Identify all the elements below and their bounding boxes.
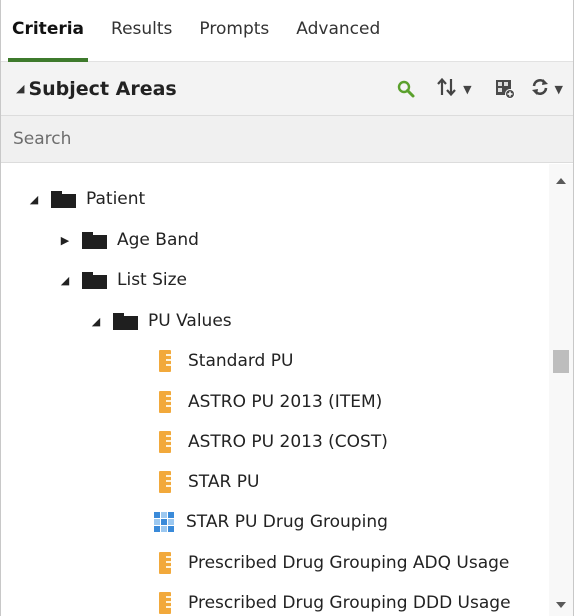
tree-item-label: Prescribed Drug Grouping ADQ Usage (188, 553, 510, 573)
tree-item-patient[interactable]: ◢ Patient (27, 179, 145, 219)
tree-item-label: ASTRO PU 2013 (ITEM) (188, 392, 383, 412)
tree-item-label: Standard PU (188, 351, 294, 371)
hierarchy-icon (154, 512, 174, 532)
scroll-thumb[interactable] (553, 350, 569, 373)
tree-item-label: ASTRO PU 2013 (COST) (188, 432, 388, 452)
tab-results[interactable]: Results (111, 0, 172, 43)
measure-icon (159, 552, 171, 574)
tree-item-astro-pu-item[interactable]: ASTRO PU 2013 (ITEM) (159, 382, 382, 422)
expanded-triangle-icon[interactable]: ◢ (58, 274, 72, 287)
tree-item-label: STAR PU (188, 472, 260, 492)
folder-icon (82, 231, 107, 249)
tree-item-star-pu[interactable]: STAR PU (159, 462, 259, 502)
subject-areas-toolbar: ▼ ▼ (396, 62, 573, 116)
tree-item-label: List Size (117, 270, 188, 290)
refresh-button[interactable]: ▼ (530, 77, 563, 101)
tree-item-list-size[interactable]: ◢ List Size (58, 260, 187, 300)
search-bar (1, 116, 573, 163)
measure-icon (159, 471, 171, 493)
tree-item-ddd-usage[interactable]: Prescribed Drug Grouping DDD Usage (159, 583, 511, 616)
measure-icon (159, 592, 171, 614)
collapsed-triangle-icon[interactable]: ▶ (58, 234, 72, 247)
scroll-down-icon[interactable] (556, 602, 566, 608)
chevron-down-icon: ▼ (554, 82, 563, 96)
search-icon[interactable] (396, 79, 416, 99)
tab-criteria[interactable]: Criteria (8, 0, 89, 62)
measure-icon (159, 350, 171, 372)
tree-item-label: Prescribed Drug Grouping DDD Usage (188, 593, 511, 613)
criteria-panel: Criteria Results Prompts Advanced ◢ Subj… (0, 0, 574, 616)
subject-areas-title: Subject Areas (28, 77, 177, 100)
measure-icon (159, 431, 171, 453)
vertical-scrollbar[interactable] (549, 164, 573, 616)
tree-item-standard-pu[interactable]: Standard PU (159, 341, 293, 381)
tree-item-label: PU Values (148, 311, 232, 331)
search-input[interactable] (13, 129, 513, 149)
tree-item-label: Patient (86, 189, 146, 209)
sort-icon (436, 77, 458, 101)
measure-icon (159, 391, 171, 413)
folder-icon (51, 190, 76, 208)
tab-prompts[interactable]: Prompts (199, 0, 269, 43)
folder-icon (82, 271, 107, 289)
chevron-down-icon: ▼ (463, 82, 472, 96)
tree-item-astro-pu-cost[interactable]: ASTRO PU 2013 (COST) (159, 422, 388, 462)
expanded-triangle-icon[interactable]: ◢ (89, 315, 103, 328)
folder-icon (113, 312, 138, 330)
new-table-icon[interactable] (494, 78, 516, 100)
tab-bar: Criteria Results Prompts Advanced (1, 0, 573, 62)
tree-item-label: Age Band (117, 230, 199, 250)
refresh-icon (530, 77, 550, 101)
tree-item-pu-values[interactable]: ◢ PU Values (89, 301, 232, 341)
clipped-tree-row (1, 164, 549, 168)
tree-item-age-band[interactable]: ▶ Age Band (58, 220, 199, 260)
subject-area-tree: ◢ Patient ▶ Age Band ◢ List Size ◢ PU Va… (1, 164, 549, 616)
sort-button[interactable]: ▼ (436, 77, 472, 101)
expanded-triangle-icon[interactable]: ◢ (27, 193, 41, 206)
tree-item-adq-usage[interactable]: Prescribed Drug Grouping ADQ Usage (159, 543, 509, 583)
triangle-down-icon[interactable]: ◢ (16, 82, 24, 95)
tree-item-label: STAR PU Drug Grouping (186, 512, 388, 532)
tree-item-star-pu-drug-grouping[interactable]: STAR PU Drug Grouping (154, 502, 388, 542)
subject-areas-header: ◢ Subject Areas ▼ ▼ (1, 62, 573, 116)
tab-advanced[interactable]: Advanced (296, 0, 380, 43)
scroll-up-icon[interactable] (556, 178, 566, 184)
